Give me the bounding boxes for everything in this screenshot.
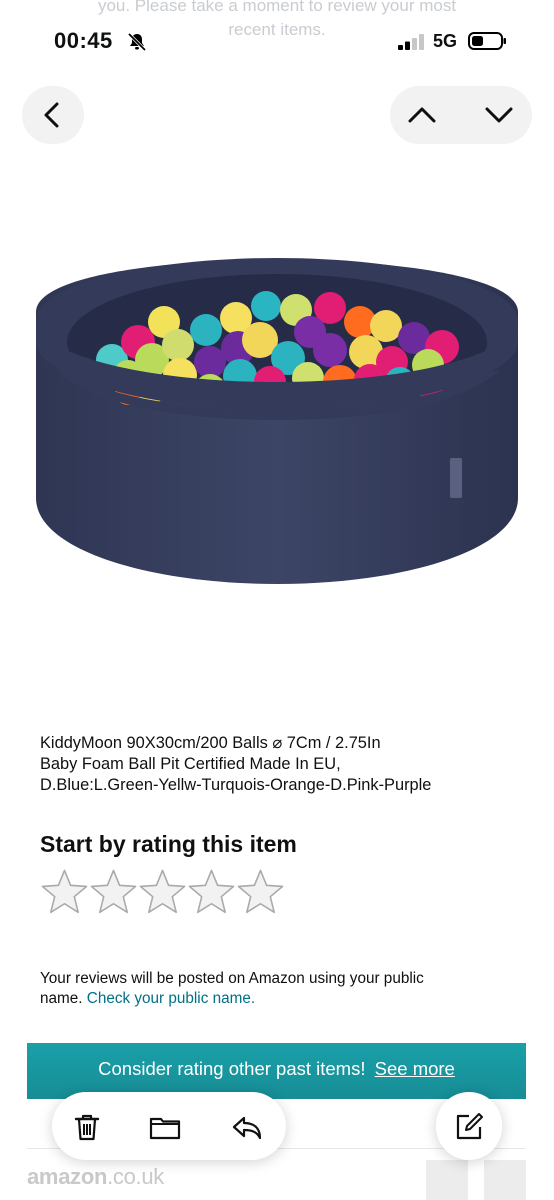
trash-icon[interactable]: [70, 1110, 104, 1144]
star-4-icon[interactable]: [187, 866, 236, 918]
battery-icon: [468, 32, 506, 50]
public-name-notice: Your reviews will be posted on Amazon us…: [40, 969, 520, 1009]
bell-muted-icon: [127, 32, 147, 52]
facebook-icon[interactable]: [426, 1160, 468, 1200]
chevron-left-icon: [44, 102, 59, 128]
compose-icon: [456, 1113, 483, 1140]
background-header-line1: you. Please take a moment to review your…: [97, 0, 457, 15]
reply-icon[interactable]: [230, 1110, 264, 1144]
logo-suffix: .co.uk: [107, 1164, 165, 1189]
compose-button[interactable]: [436, 1092, 502, 1160]
mail-toolbar: [52, 1092, 286, 1160]
check-public-name-link[interactable]: Check your public name.: [87, 990, 255, 1007]
chevron-up-icon[interactable]: [407, 104, 437, 126]
status-time: 00:45: [54, 28, 113, 53]
star-5-icon[interactable]: [236, 866, 285, 918]
notice-text-line1: Your reviews will be posted on Amazon us…: [40, 970, 424, 987]
star-2-icon[interactable]: [89, 866, 138, 918]
product-title-line2: Baby Foam Ball Pit Certified Made In EU,: [40, 755, 341, 773]
star-1-icon[interactable]: [40, 866, 89, 918]
item-navigation: [390, 86, 532, 144]
twitter-icon[interactable]: [484, 1160, 526, 1200]
star-3-icon[interactable]: [138, 866, 187, 918]
product-title-line3: D.Blue:L.Green-Yellw-Turquois-Orange-D.P…: [40, 776, 432, 794]
amazon-logo: amazon.co.uk: [27, 1164, 164, 1190]
rate-more-banner: Consider rating other past items! See mo…: [27, 1043, 526, 1099]
status-bar: 00:45 5G: [0, 18, 554, 64]
notice-text-line2: name.: [40, 990, 83, 1007]
network-type: 5G: [433, 31, 458, 51]
product-title-line1: KiddyMoon 90X30cm/200 Balls ⌀ 7Cm / 2.75…: [40, 734, 381, 752]
star-rating: [40, 866, 300, 922]
ball-pit-image[interactable]: [30, 250, 524, 600]
back-button[interactable]: [22, 86, 84, 144]
banner-text: Consider rating other past items!: [98, 1058, 366, 1079]
see-more-link[interactable]: See more: [375, 1058, 455, 1079]
product-title[interactable]: KiddyMoon 90X30cm/200 Balls ⌀ 7Cm / 2.75…: [40, 733, 530, 796]
rating-heading: Start by rating this item: [40, 831, 297, 857]
logo-main: amazon: [27, 1164, 108, 1189]
signal-icon: [398, 34, 424, 50]
chevron-down-icon[interactable]: [484, 104, 514, 126]
folder-icon[interactable]: [148, 1110, 182, 1144]
